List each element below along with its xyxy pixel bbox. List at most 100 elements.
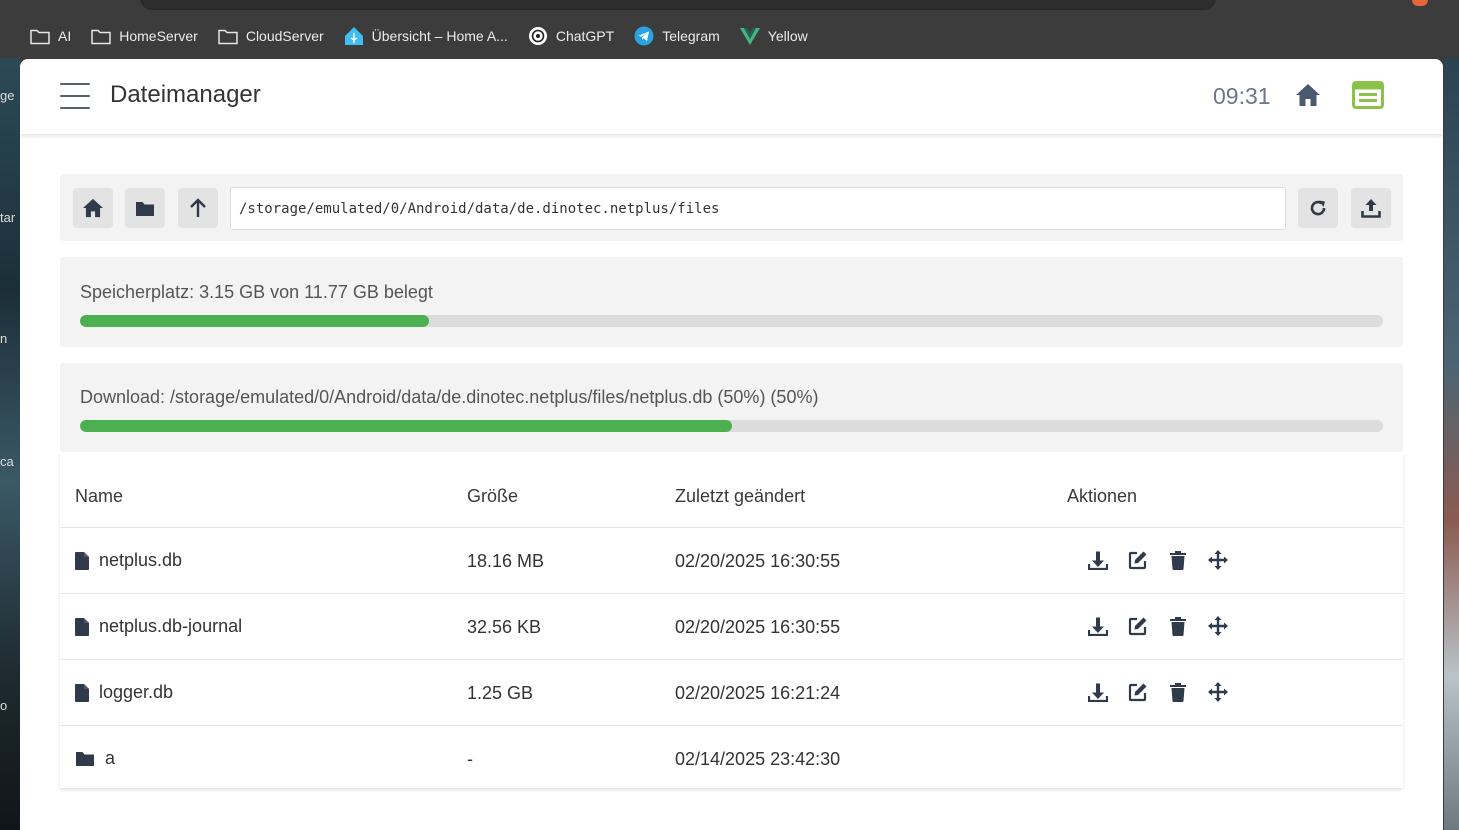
bookmark-home-assistant[interactable]: Übersicht – Home A... [344, 26, 508, 46]
delete-button[interactable] [1158, 680, 1198, 704]
download-panel: Download: /storage/emulated/0/Android/da… [60, 363, 1403, 452]
refresh-icon [1310, 200, 1326, 216]
file-size: 32.56 KB [467, 617, 542, 637]
file-size: - [467, 749, 473, 769]
bookmark-label: Übersicht – Home A... [371, 28, 508, 44]
app-header: Dateimanager 09:31 [20, 59, 1443, 134]
bookmark-chatgpt[interactable]: ChatGPT [528, 26, 614, 46]
row-actions [1078, 614, 1238, 638]
edit-button[interactable] [1118, 680, 1158, 704]
refresh-button[interactable] [1298, 188, 1338, 228]
table-row[interactable]: logger.db 1.25 GB 02/20/2025 16:21:24 [60, 659, 1403, 725]
desktop-text-fragment: o [0, 698, 8, 713]
column-header-name[interactable]: Name [75, 486, 123, 507]
bookmark-label: ChatGPT [555, 28, 615, 44]
download-icon [1088, 683, 1108, 702]
edit-button[interactable] [1118, 548, 1158, 572]
trash-icon [1170, 551, 1186, 570]
column-header-actions: Aktionen [1067, 486, 1138, 506]
table-row[interactable]: a - 02/14/2025 23:42:30 [60, 725, 1403, 791]
path-input[interactable] [230, 187, 1286, 230]
folder-icon [136, 201, 154, 216]
upload-button[interactable] [1351, 188, 1391, 228]
delete-button[interactable] [1158, 614, 1198, 638]
folder-icon [30, 29, 50, 44]
bookmark-label: Telegram [662, 28, 720, 44]
vue-logo-icon [739, 28, 760, 45]
table-row[interactable]: netplus.db 18.16 MB 02/20/2025 16:30:55 [60, 527, 1403, 593]
file-name: netplus.db-journal [99, 616, 243, 636]
file-manager-app: Dateimanager 09:31 /storage/emulated/0/A… [20, 59, 1443, 830]
file-icon [75, 683, 89, 702]
address-bar[interactable] [140, 0, 1216, 10]
window-corner [1432, 0, 1459, 14]
file-name-cell[interactable]: netplus.db-journal [75, 616, 242, 637]
bookmark-label: AI [58, 28, 72, 44]
download-progress-fill [80, 420, 732, 432]
download-progress-track [80, 420, 1383, 432]
home-button[interactable] [1295, 83, 1321, 112]
row-actions [1078, 680, 1238, 704]
download-button[interactable] [1078, 614, 1118, 638]
file-name: logger.db [99, 682, 174, 702]
download-label: Download: /storage/emulated/0/Android/da… [80, 387, 819, 407]
move-arrows-icon [1208, 550, 1228, 570]
bookmark-telegram[interactable]: Telegram [634, 26, 720, 46]
bookmark-cloudserver[interactable]: CloudServer [218, 28, 324, 45]
menu-button[interactable] [60, 83, 90, 111]
menu-icon-line [60, 83, 90, 85]
home-folder-button[interactable] [73, 188, 113, 228]
file-table: Name Größe Zuletzt geändert Aktionen net… [60, 452, 1403, 788]
download-icon [1088, 617, 1108, 636]
file-name-cell[interactable]: logger.db [75, 682, 173, 703]
bookmark-label: HomeServer [119, 28, 198, 44]
browser-titlebar [0, 0, 1459, 14]
move-button[interactable] [1198, 614, 1238, 638]
new-folder-button[interactable] [125, 188, 165, 228]
folder-icon [91, 29, 111, 44]
file-icon [75, 551, 89, 570]
move-arrows-icon [1208, 682, 1228, 702]
folder-name: a [105, 748, 116, 768]
home-assistant-icon [344, 27, 363, 45]
bookmark-ai[interactable]: AI [30, 28, 71, 45]
parent-directory-button[interactable] [178, 188, 218, 228]
row-actions [1078, 548, 1238, 572]
download-button[interactable] [1078, 680, 1118, 704]
folder-name-cell[interactable]: a [75, 748, 115, 769]
database-button[interactable] [1352, 81, 1384, 114]
download-button[interactable] [1078, 548, 1118, 572]
chatgpt-icon [528, 27, 547, 45]
upload-icon [1361, 199, 1381, 218]
file-name: netplus.db [99, 550, 183, 570]
file-modified: 02/14/2025 23:42:30 [675, 749, 841, 769]
arrow-up-icon [190, 198, 206, 217]
storage-progress-fill [80, 315, 430, 327]
file-name-cell[interactable]: netplus.db [75, 550, 182, 571]
column-header-size[interactable]: Größe [467, 486, 518, 507]
bookmark-homeserver[interactable]: HomeServer [91, 28, 198, 45]
storage-panel: Speicherplatz: 3.15 GB von 11.77 GB bele… [60, 257, 1403, 347]
folder-icon [218, 29, 238, 44]
menu-icon-line [60, 95, 90, 97]
bookmark-yellow[interactable]: Yellow [739, 27, 808, 45]
menu-icon-line [60, 107, 90, 109]
file-modified: 02/20/2025 16:21:24 [675, 683, 841, 703]
file-modified: 02/20/2025 16:30:55 [675, 617, 841, 637]
storage-progress-track [80, 315, 1383, 327]
desktop-background [1444, 58, 1459, 830]
edit-icon [1128, 683, 1147, 702]
move-button[interactable] [1198, 548, 1238, 572]
desktop-text-fragment: ca [0, 454, 14, 469]
bookmarks-bar: AI HomeServer CloudServer Übersicht – Ho… [0, 14, 1459, 58]
move-button[interactable] [1198, 680, 1238, 704]
table-row[interactable]: netplus.db-journal 32.56 KB 02/20/2025 1… [60, 593, 1403, 659]
telegram-icon [634, 26, 654, 46]
edit-button[interactable] [1118, 614, 1158, 638]
file-size: 18.16 MB [467, 551, 545, 571]
column-header-modified[interactable]: Zuletzt geändert [675, 486, 805, 507]
delete-button[interactable] [1158, 548, 1198, 572]
clock: 09:31 [1213, 83, 1271, 109]
storage-label: Speicherplatz: 3.15 GB von 11.77 GB bele… [80, 282, 433, 302]
desktop-text-fragment: n [0, 331, 8, 346]
